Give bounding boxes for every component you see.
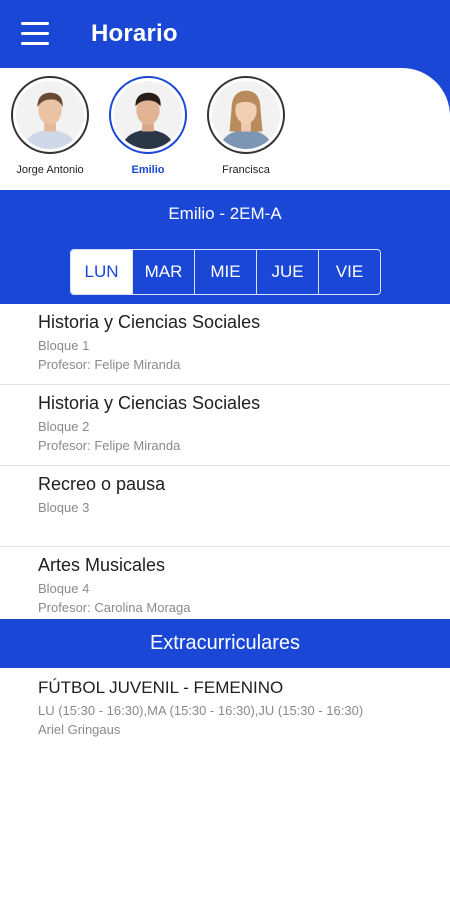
teacher-label: Profesor: Carolina Moraga [38, 600, 191, 615]
activity-instructor: Ariel Gringaus [38, 722, 121, 737]
block-label: Bloque 3 [38, 500, 90, 515]
schedule-list[interactable]: Historia y Ciencias Sociales Bloque 1 Pr… [0, 304, 450, 619]
block-label: Bloque 2 [38, 419, 90, 434]
student-photo-icon [16, 81, 84, 149]
subject-name: Artes Musicales [38, 555, 166, 575]
student-selector: Jorge Antonio Emilio Francisca [0, 68, 450, 190]
list-item[interactable]: Recreo o pausa Bloque 3 [0, 466, 450, 547]
extracurricular-item[interactable]: FÚTBOL JUVENIL - FEMENINO LU (15:30 - 16… [0, 668, 450, 748]
list-item[interactable]: Historia y Ciencias Sociales Bloque 1 Pr… [0, 304, 450, 385]
avatar [109, 76, 187, 154]
extracurricular-header: Extracurriculares [0, 619, 450, 668]
tab-jue[interactable]: JUE [257, 250, 319, 294]
activity-schedule: LU (15:30 - 16:30),MA (15:30 - 16:30),JU… [38, 703, 364, 718]
tab-lun[interactable]: LUN [71, 250, 133, 294]
block-label: Bloque 1 [38, 338, 90, 353]
avatar [207, 76, 285, 154]
student-photo-icon [212, 81, 280, 149]
student-name: Emilio [131, 164, 165, 176]
day-tabs: LUN MAR MIE JUE VIE [70, 249, 381, 295]
list-item[interactable]: Artes Musicales Bloque 4 Profesor: Carol… [0, 547, 450, 619]
student-jorge-antonio[interactable]: Jorge Antonio [0, 76, 100, 176]
tab-vie[interactable]: VIE [319, 250, 380, 294]
teacher-label: Profesor: Felipe Miranda [38, 357, 181, 372]
tab-mie[interactable]: MIE [195, 250, 257, 294]
tab-mar[interactable]: MAR [133, 250, 195, 294]
class-header: Emilio - 2EM-A LUN MAR MIE JUE VIE [0, 190, 450, 304]
hamburger-menu-icon[interactable] [21, 22, 49, 48]
activity-title: FÚTBOL JUVENIL - FEMENINO [38, 678, 284, 697]
subject-name: Historia y Ciencias Sociales [38, 312, 261, 332]
student-photo-icon [114, 81, 182, 149]
page-title: Horario [91, 20, 178, 47]
list-item[interactable]: Historia y Ciencias Sociales Bloque 2 Pr… [0, 385, 450, 466]
avatar [11, 76, 89, 154]
subject-name: Recreo o pausa [38, 474, 166, 494]
class-title: Emilio - 2EM-A [168, 204, 282, 223]
block-label: Bloque 4 [38, 581, 90, 596]
teacher-label: Profesor: Felipe Miranda [38, 438, 181, 453]
student-emilio[interactable]: Emilio [98, 76, 198, 176]
student-name: Jorge Antonio [16, 164, 84, 176]
student-francisca[interactable]: Francisca [196, 76, 296, 176]
student-name: Francisca [222, 164, 270, 176]
subject-name: Historia y Ciencias Sociales [38, 393, 261, 413]
